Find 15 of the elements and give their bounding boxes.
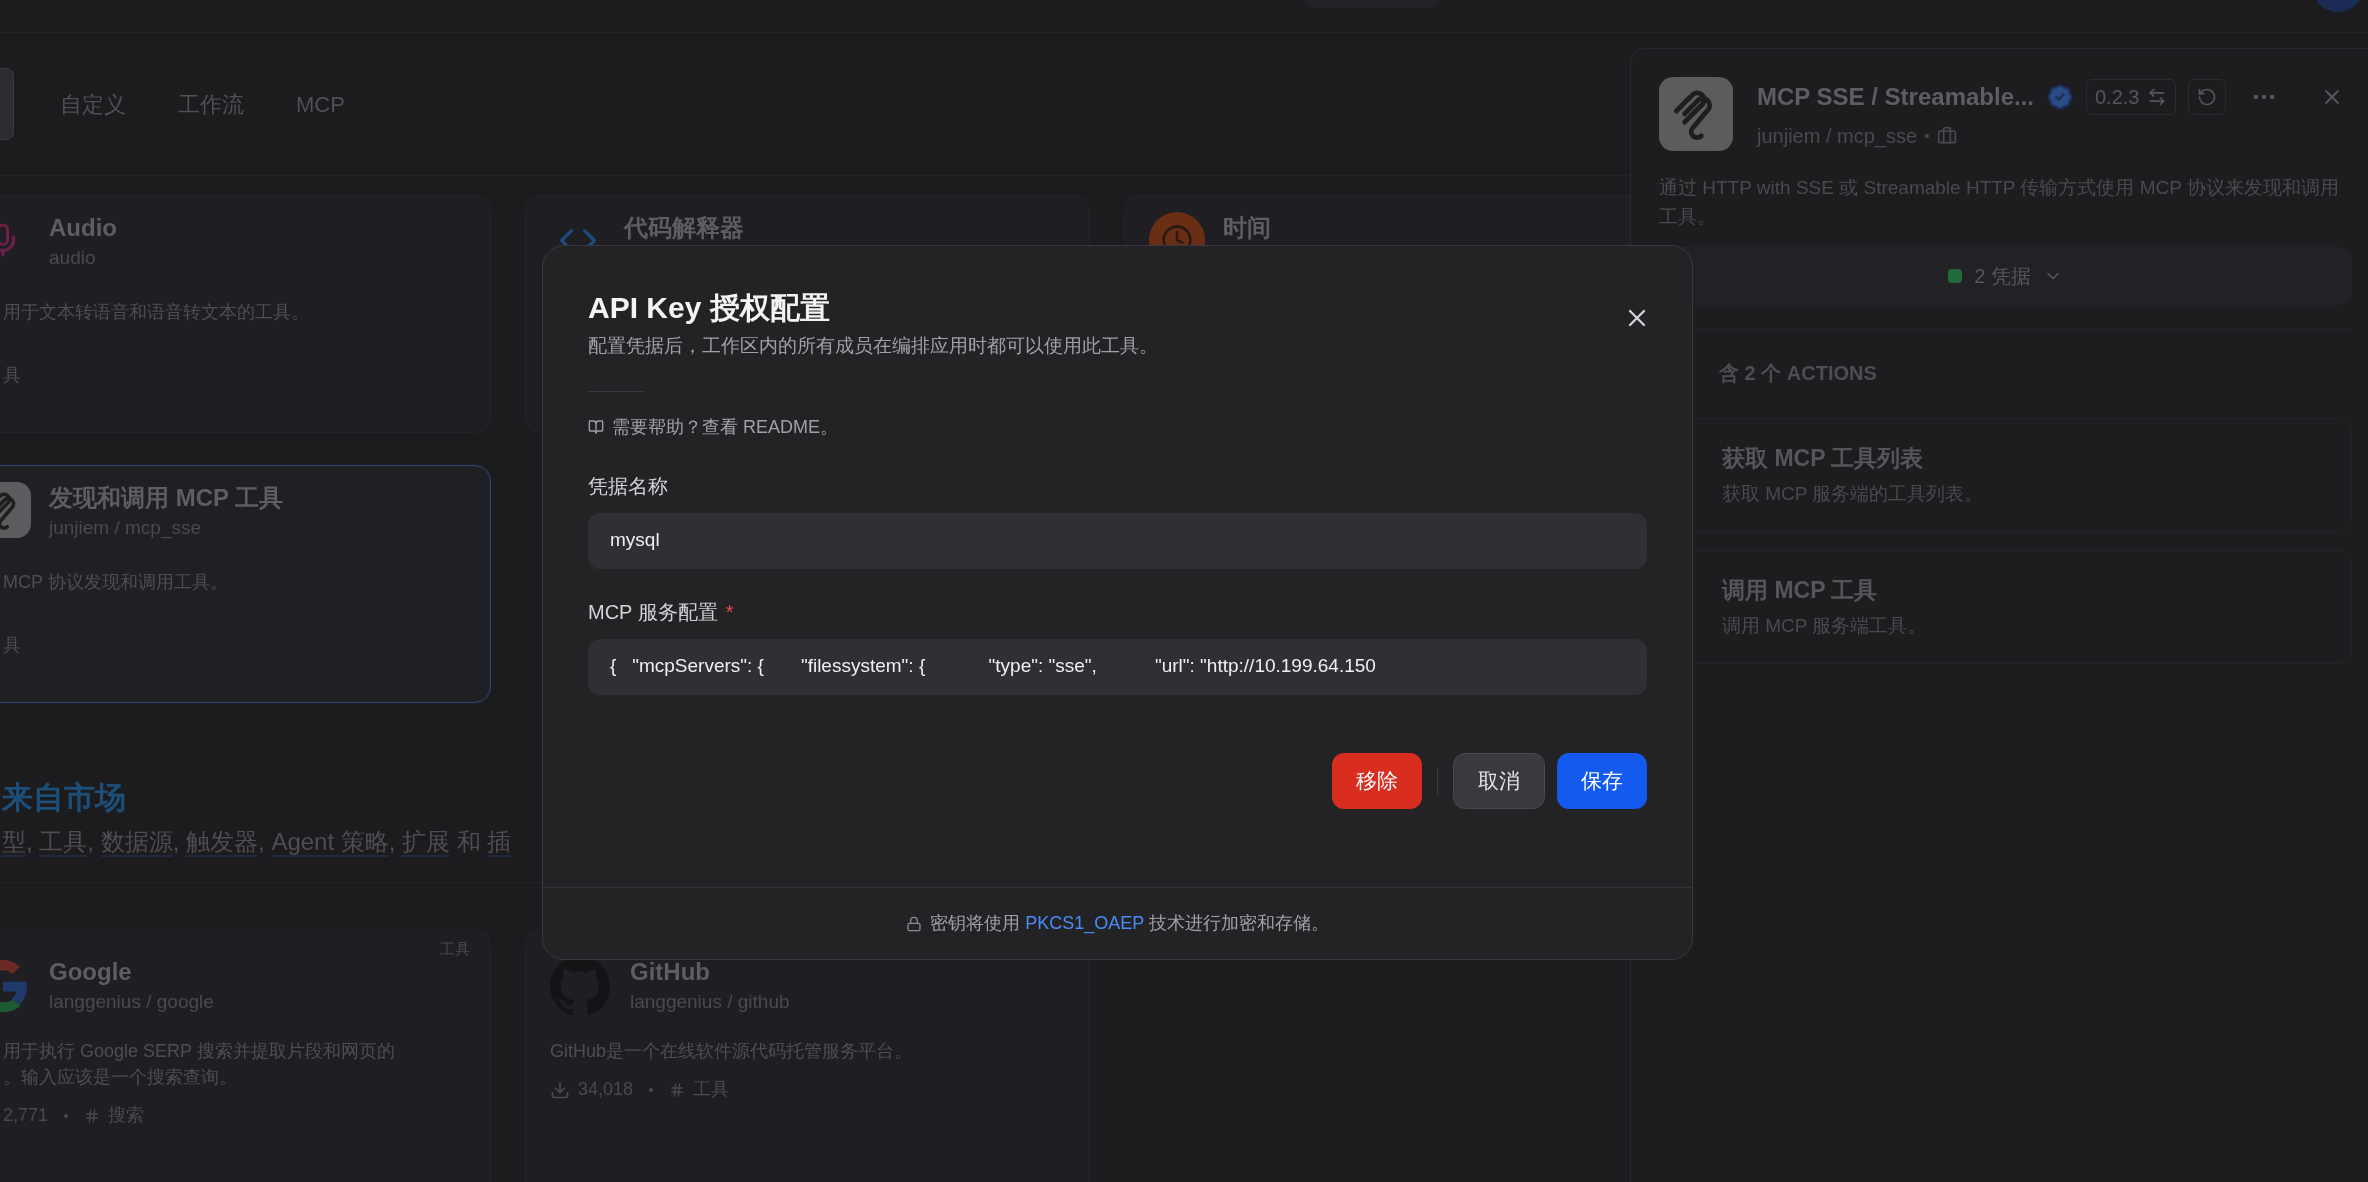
dialog-subtitle: 配置凭据后，工作区内的所有成员在编排应用时都可以使用此工具。	[588, 334, 1158, 358]
action-title: 获取 MCP 工具列表	[1722, 444, 1924, 473]
required-asterisk: *	[725, 599, 734, 625]
tool-name: 发现和调用 MCP 工具	[49, 483, 284, 513]
plugin-name: Google	[49, 956, 133, 987]
tool-name: 代码解释器	[624, 213, 744, 243]
dialog-title: API Key 授权配置	[588, 290, 830, 326]
plugin-title: MCP SSE / Streamable...	[1757, 82, 2034, 112]
marketplace-heading: 来自市场	[2, 779, 126, 817]
tool-name: Audio	[49, 213, 117, 243]
plugin-name: GitHub	[630, 956, 711, 987]
field-label: MCP 服务配置	[588, 599, 718, 625]
tool-name: 时间	[1223, 213, 1271, 243]
action-title: 调用 MCP 工具	[1722, 576, 1878, 605]
field-label: 凭据名称	[588, 473, 668, 499]
